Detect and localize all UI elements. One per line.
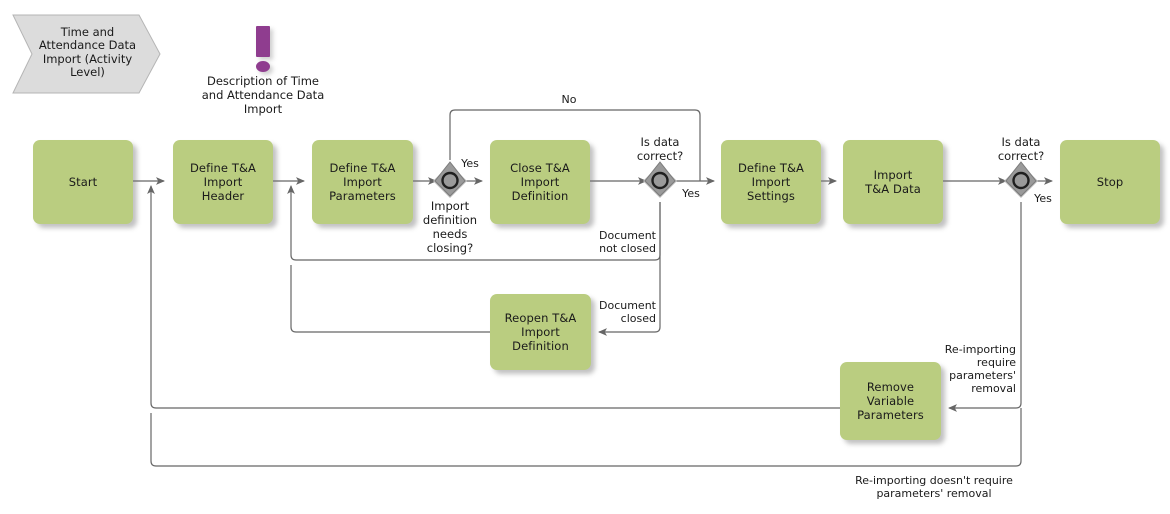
task-stop[interactable]: Stop xyxy=(1060,140,1160,224)
flowchart-canvas: Time and Attendance Data Import (Activit… xyxy=(0,0,1170,514)
task-close-definition[interactable]: Close T&A Import Definition xyxy=(490,140,590,224)
task-define-header-label: Define T&A Import Header xyxy=(189,161,257,203)
gateway-is-data-correct-2-label: Is data correct? xyxy=(997,135,1045,163)
gateway-is-data-correct-1-label: Is data correct? xyxy=(636,135,684,163)
edge-layer xyxy=(133,109,1053,467)
task-remove-variable-parameters-label: Remove Variable Parameters xyxy=(857,380,924,422)
edge-label-reimporting-doesnt-require-removal: Re-importing doesn't require parameters'… xyxy=(855,474,1013,500)
task-remove-variable-parameters[interactable]: Remove Variable Parameters xyxy=(840,362,941,440)
task-define-parameters[interactable]: Define T&A Import Parameters xyxy=(312,140,413,224)
gateway-import-definition-needs-closing-label: Import definition needs closing? xyxy=(422,199,478,255)
note-exclamation-icon xyxy=(256,26,270,57)
note-text: Description of Time and Attendance Data … xyxy=(201,74,325,116)
banner-label: Time and Attendance Data Import (Activit… xyxy=(38,24,137,79)
task-define-settings[interactable]: Define T&A Import Settings xyxy=(721,140,821,224)
task-define-header[interactable]: Define T&A Import Header xyxy=(173,140,273,224)
edge-label-document-not-closed: Document not closed xyxy=(599,229,656,255)
task-start-label: Start xyxy=(68,175,98,189)
task-import-data[interactable]: Import T&A Data xyxy=(843,140,943,224)
task-import-data-label: Import T&A Data xyxy=(865,168,921,196)
task-close-definition-label: Close T&A Import Definition xyxy=(510,161,570,203)
pool-title-banner: Time and Attendance Data Import (Activit… xyxy=(8,10,163,95)
edge-label-yes-closing: Yes xyxy=(461,157,479,170)
note-exclamation-dot-icon xyxy=(256,61,270,72)
gateway-is-data-correct-1[interactable] xyxy=(640,161,680,201)
task-stop-label: Stop xyxy=(1096,175,1124,189)
gateway-diamond-icon xyxy=(643,161,677,198)
task-define-parameters-label: Define T&A Import Parameters xyxy=(329,161,396,203)
edge-label-yes-correct-2: Yes xyxy=(1034,192,1052,205)
task-reopen-definition-label: Reopen T&A Import Definition xyxy=(504,311,577,353)
task-define-settings-label: Define T&A Import Settings xyxy=(737,161,805,203)
edge-label-reimporting-require-removal: Re-importing require parameters' removal xyxy=(944,343,1016,395)
task-start[interactable]: Start xyxy=(33,140,133,224)
edge-label-document-closed: Document closed xyxy=(599,299,656,325)
edge-label-no: No xyxy=(561,93,577,106)
edge-label-yes-correct-1: Yes xyxy=(682,187,700,200)
